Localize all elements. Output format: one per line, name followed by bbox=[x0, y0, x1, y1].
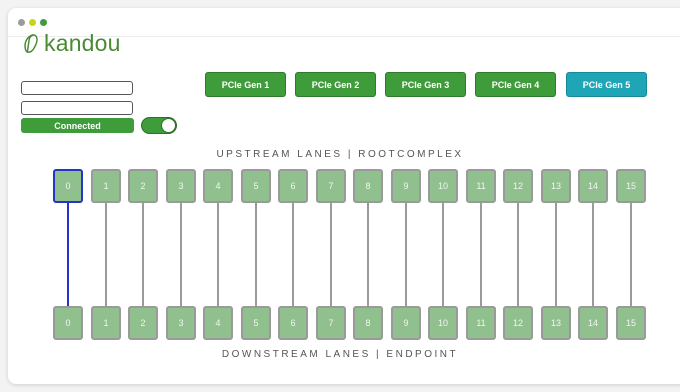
lane-connector-15 bbox=[630, 203, 632, 306]
lane-connector-6 bbox=[292, 203, 294, 306]
downstream-heading: DOWNSTREAM LANES | ENDPOINT bbox=[221, 349, 459, 360]
upstream-lane-0[interactable]: 0 bbox=[53, 169, 83, 203]
upstream-lane-10[interactable]: 10 bbox=[428, 169, 458, 203]
upstream-lane-7[interactable]: 7 bbox=[316, 169, 346, 203]
downstream-lane-9[interactable]: 9 bbox=[391, 306, 421, 340]
upstream-lane-5[interactable]: 5 bbox=[241, 169, 271, 203]
downstream-lane-3[interactable]: 3 bbox=[166, 306, 196, 340]
upstream-lane-15[interactable]: 15 bbox=[616, 169, 646, 203]
lane-connector-2 bbox=[142, 203, 144, 306]
upstream-lane-4[interactable]: 4 bbox=[203, 169, 233, 203]
upstream-lane-12[interactable]: 12 bbox=[503, 169, 533, 203]
config-field-2[interactable] bbox=[21, 101, 133, 115]
lane-connector-4 bbox=[217, 203, 219, 306]
lane-connector-8 bbox=[367, 203, 369, 306]
pcie-gen-1-button[interactable]: PCIe Gen 1 bbox=[205, 72, 286, 97]
upstream-lane-2[interactable]: 2 bbox=[128, 169, 158, 203]
downstream-lane-7[interactable]: 7 bbox=[316, 306, 346, 340]
brand-name: kandou bbox=[44, 30, 121, 56]
lane-connector-1 bbox=[105, 203, 107, 306]
upstream-lane-14[interactable]: 14 bbox=[578, 169, 608, 203]
config-field-1[interactable] bbox=[21, 81, 133, 95]
lane-connector-0 bbox=[67, 203, 69, 306]
downstream-lane-15[interactable]: 15 bbox=[616, 306, 646, 340]
toggle-knob bbox=[161, 118, 176, 133]
downstream-lane-2[interactable]: 2 bbox=[128, 306, 158, 340]
connection-status-button[interactable]: Connected bbox=[21, 118, 134, 133]
pcie-gen-4-button[interactable]: PCIe Gen 4 bbox=[475, 72, 556, 97]
downstream-lane-8[interactable]: 8 bbox=[353, 306, 383, 340]
lane-connector-10 bbox=[442, 203, 444, 306]
lane-connector-7 bbox=[330, 203, 332, 306]
brand-logo: kandou bbox=[20, 30, 121, 57]
lane-connector-9 bbox=[405, 203, 407, 306]
downstream-lane-11[interactable]: 11 bbox=[466, 306, 496, 340]
lane-connector-5 bbox=[255, 203, 257, 306]
downstream-lane-5[interactable]: 5 bbox=[241, 306, 271, 340]
upstream-lane-13[interactable]: 13 bbox=[541, 169, 571, 203]
downstream-lane-1[interactable]: 1 bbox=[91, 306, 121, 340]
lane-connector-12 bbox=[517, 203, 519, 306]
pcie-gen-5-button[interactable]: PCIe Gen 5 bbox=[566, 72, 647, 97]
upstream-lane-9[interactable]: 9 bbox=[391, 169, 421, 203]
downstream-lane-6[interactable]: 6 bbox=[278, 306, 308, 340]
downstream-lane-12[interactable]: 12 bbox=[503, 306, 533, 340]
downstream-lane-10[interactable]: 10 bbox=[428, 306, 458, 340]
upstream-lane-3[interactable]: 3 bbox=[166, 169, 196, 203]
downstream-lane-0[interactable]: 0 bbox=[53, 306, 83, 340]
downstream-lane-14[interactable]: 14 bbox=[578, 306, 608, 340]
pcie-gen-3-button[interactable]: PCIe Gen 3 bbox=[385, 72, 466, 97]
upstream-heading: UPSTREAM LANES | ROOTCOMPLEX bbox=[216, 149, 464, 160]
downstream-lane-4[interactable]: 4 bbox=[203, 306, 233, 340]
upstream-lane-1[interactable]: 1 bbox=[91, 169, 121, 203]
lane-connector-13 bbox=[555, 203, 557, 306]
upstream-lane-6[interactable]: 6 bbox=[278, 169, 308, 203]
window-close-dot[interactable] bbox=[18, 19, 25, 26]
window-maximize-dot[interactable] bbox=[40, 19, 47, 26]
kandou-logo-icon bbox=[24, 33, 38, 53]
lane-connector-11 bbox=[480, 203, 482, 306]
downstream-lane-13[interactable]: 13 bbox=[541, 306, 571, 340]
lane-connector-3 bbox=[180, 203, 182, 306]
connection-toggle[interactable] bbox=[141, 117, 177, 134]
pcie-gen-2-button[interactable]: PCIe Gen 2 bbox=[295, 72, 376, 97]
upstream-lane-11[interactable]: 11 bbox=[466, 169, 496, 203]
window-minimize-dot[interactable] bbox=[29, 19, 36, 26]
window-controls bbox=[18, 19, 47, 26]
upstream-lane-8[interactable]: 8 bbox=[353, 169, 383, 203]
lane-connector-14 bbox=[592, 203, 594, 306]
